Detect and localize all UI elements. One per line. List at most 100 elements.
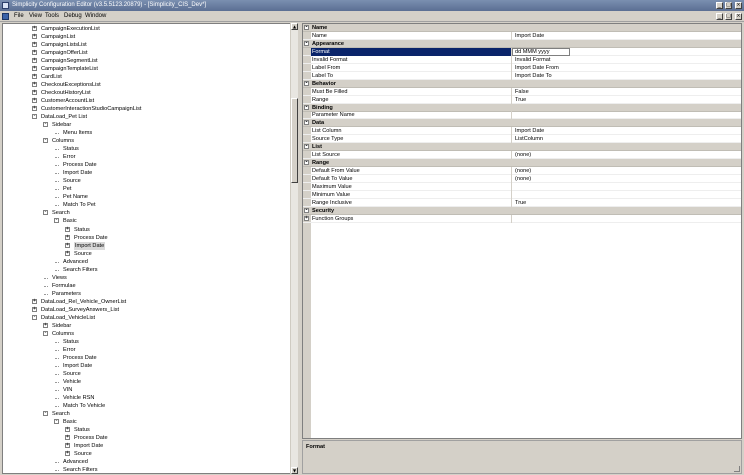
tree-node[interactable]: + Import Date [3,241,291,250]
tree-node-label[interactable]: Pet Name [63,193,88,201]
property-row[interactable]: Must Be Filled False [303,87,741,96]
property-row[interactable]: Range Inclusive True [303,198,741,207]
tree-node[interactable]: Process Date [3,161,291,169]
tree-node-label[interactable]: CampaignSegmentList [41,57,98,65]
expand-icon[interactable]: + [65,427,70,432]
expand-icon[interactable]: + [32,90,37,96]
tree-node-label[interactable]: CampaignTemplateList [41,65,98,73]
property-value[interactable]: Import Date [515,127,544,135]
tree-node[interactable]: + Process Date [3,234,291,242]
menu-view[interactable]: View [29,13,42,20]
tree-node-label[interactable]: Parameters [52,290,81,298]
tree-node-label[interactable]: VIN [63,386,72,394]
tree-node-label[interactable]: Sidebar [52,121,71,129]
tree-node[interactable]: Status [3,145,291,153]
property-value[interactable]: True [515,96,526,104]
collapse-icon[interactable]: - [43,122,48,128]
tree-node[interactable]: Formulae [3,282,291,290]
tree-node[interactable]: Search Filters [3,466,291,473]
property-category[interactable]: - Range [303,159,741,168]
menu-window[interactable]: Window [85,13,106,20]
expand-icon[interactable]: + [32,74,37,80]
tree-node[interactable]: - Search [3,209,291,217]
tree-node[interactable]: Search Filters [3,266,291,274]
tree-node-label[interactable]: Source [63,177,81,185]
tree-node[interactable]: Advanced [3,458,291,466]
expand-icon[interactable]: + [65,435,70,441]
tree-node-label[interactable]: DataLoad_VehicleList [41,314,95,322]
tree-node[interactable]: + CampaignTemplateList [3,65,291,73]
tree-node[interactable]: Views [3,274,291,282]
tree-node-label[interactable]: Source [74,450,92,458]
tree-node-label[interactable]: Basic [63,217,77,225]
tree-node-label[interactable]: Import Date [63,362,92,370]
tree-node-label[interactable]: Advanced [63,458,88,466]
tree-node[interactable]: + CampaignSegmentList [3,57,291,65]
tree-node-label[interactable]: Process Date [63,354,97,362]
document-icon[interactable] [2,13,9,20]
collapse-icon[interactable]: - [54,218,59,224]
close-button[interactable]: × [735,2,742,9]
property-row[interactable]: Maximum Value [303,183,741,191]
scroll-up-arrow-icon[interactable]: ▲ [291,23,298,30]
tree-node-label[interactable]: CardList [41,73,62,81]
collapse-icon[interactable]: - [43,410,48,416]
expand-icon[interactable]: + [65,234,70,240]
tree-node[interactable]: - Columns [3,330,291,338]
mdi-minimize-button[interactable]: _ [716,13,723,20]
collapse-icon[interactable]: - [304,144,309,150]
tree-node-label[interactable]: CampaignExecutionList [41,25,100,33]
tree-node[interactable]: - Sidebar [3,121,291,129]
tree-node[interactable]: + CampaignExecutionList [3,25,291,33]
tree-node-label[interactable]: Sidebar [52,322,71,330]
tree-node-label[interactable]: Source [74,250,92,258]
tree-node[interactable]: + CampaignOfferList [3,49,291,57]
tree-node[interactable]: - Columns [3,137,291,145]
expand-icon[interactable]: + [43,322,48,328]
expand-icon[interactable]: + [304,215,309,221]
property-category[interactable]: - List [303,143,741,152]
tree-node-label[interactable]: Process Date [74,434,108,442]
property-row[interactable]: Name Import Date [303,31,741,40]
property-row[interactable]: Range True [303,95,741,104]
tree-node[interactable]: + CheckoutHistoryList [3,89,291,97]
configuration-tree[interactable]: + CampaignExecutionList + CampaignList + Camp… [2,23,298,474]
tree-node-label[interactable]: Status [74,226,90,234]
tree-node[interactable]: Process Date [3,354,291,362]
minimize-button[interactable]: _ [716,2,723,9]
tree-node[interactable]: Pet Name [3,193,291,201]
tree-node[interactable]: + Process Date [3,434,291,442]
restore-button[interactable]: □ [725,2,732,9]
expand-icon[interactable]: + [32,106,37,112]
tree-node[interactable]: Source [3,370,291,378]
tree-node-label[interactable]: Match To Pet [63,201,96,209]
collapse-icon[interactable]: - [304,40,309,46]
tree-node-label[interactable]: Import Date [63,169,92,177]
expand-icon[interactable]: + [65,451,70,457]
expand-icon[interactable]: + [32,82,37,88]
tree-node-label[interactable]: CampaignListsList [41,41,87,49]
tree-node-label[interactable]: Status [74,426,90,434]
tree-node[interactable]: Match To Pet [3,201,291,209]
scroll-down-arrow-icon[interactable]: ▼ [291,467,298,474]
tree-scrollbar[interactable]: ▲ ▼ [290,23,298,474]
tree-node[interactable]: - DataLoad_VehicleList [3,314,291,322]
expand-icon[interactable]: + [32,26,37,31]
mdi-restore-button[interactable]: □ [725,13,732,20]
tree-node-label[interactable]: CheckoutExceptionsList [41,81,101,89]
collapse-icon[interactable]: - [304,25,309,30]
property-row[interactable]: Default From Value (none) [303,167,741,176]
property-category[interactable]: - Security [303,206,741,215]
tree-node-label[interactable]: CustomerInteractionStudioCampaignList [41,105,141,113]
tree-node-label[interactable]: CheckoutHistoryList [41,89,91,97]
tree-node[interactable]: + CardList [3,73,291,81]
property-row[interactable]: List Source (none) [303,151,741,160]
tree-node-label[interactable]: Error [63,346,75,354]
tree-node[interactable]: + CustomerAccountList [3,97,291,105]
tree-node[interactable]: Source [3,177,291,185]
collapse-icon[interactable]: - [32,114,37,120]
collapse-icon[interactable]: - [43,210,48,216]
collapse-icon[interactable]: - [304,120,309,126]
property-value[interactable]: True [515,199,526,207]
tree-node-label[interactable]: CampaignList [41,33,75,41]
